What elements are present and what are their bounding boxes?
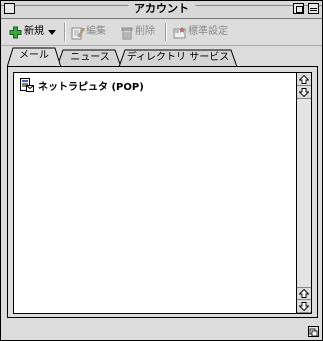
- default-settings-icon: [173, 26, 186, 39]
- tab-panel: ネットラピュタ (POP): [7, 66, 318, 318]
- delete-button[interactable]: 削除: [120, 24, 155, 40]
- edit-button-label: 編集: [86, 26, 106, 37]
- new-button[interactable]: 新規: [9, 24, 56, 40]
- up-arrow-icon: [299, 74, 309, 84]
- title-bar[interactable]: アカウント: [1, 1, 322, 19]
- trash-icon: [120, 26, 133, 39]
- plus-icon: [9, 26, 22, 39]
- toolbar-separator: [165, 23, 167, 41]
- collapse-icon: [310, 8, 317, 11]
- mail-account-icon: [20, 78, 34, 92]
- tab-directory-service[interactable]: ディレクトリ サービス: [125, 49, 231, 66]
- down-arrow-icon: [299, 87, 309, 97]
- tab-mail[interactable]: メール: [13, 47, 55, 67]
- set-default-button[interactable]: 標準設定: [173, 24, 228, 40]
- set-default-button-label: 標準設定: [188, 26, 228, 37]
- scroll-down-button[interactable]: [297, 86, 311, 99]
- list-item[interactable]: ネットラピュタ (POP): [20, 77, 144, 93]
- tab-directory-service-label: ディレクトリ サービス: [126, 52, 230, 63]
- edit-icon: [71, 26, 85, 39]
- window-title: アカウント: [128, 2, 195, 16]
- new-button-label: 新規: [24, 26, 44, 37]
- vertical-scrollbar[interactable]: [296, 73, 311, 313]
- account-list[interactable]: ネットラピュタ (POP): [13, 72, 312, 314]
- close-box-button[interactable]: [4, 3, 15, 14]
- accounts-window: アカウント 新規 編集 削除 標準設定 メール ニュース ディレクトリ サービス…: [0, 0, 323, 341]
- account-type-tabs: メール ニュース ディレクトリ サービス: [7, 47, 317, 68]
- collapse-box-button[interactable]: [308, 3, 319, 14]
- toolbar-separator: [64, 23, 66, 41]
- toolbar: 新規 編集 削除 標準設定: [1, 19, 322, 46]
- zoom-icon: [296, 6, 303, 13]
- account-name: ネットラピュタ (POP): [38, 81, 144, 93]
- scroll-up-button[interactable]: [297, 73, 311, 86]
- down-arrow-icon: [299, 301, 309, 311]
- up-arrow-icon: [299, 289, 309, 298]
- resize-handle[interactable]: [308, 326, 319, 337]
- zoom-box-button[interactable]: [293, 3, 304, 14]
- tab-news-label: ニュース: [70, 52, 110, 63]
- delete-button-label: 削除: [135, 26, 155, 37]
- edit-button[interactable]: 編集: [71, 24, 106, 40]
- tab-news[interactable]: ニュース: [65, 49, 115, 66]
- scroll-up-button-bottom[interactable]: [297, 287, 311, 300]
- scroll-down-button-bottom[interactable]: [297, 300, 311, 313]
- dropdown-arrow-icon[interactable]: [48, 29, 56, 35]
- tab-mail-label: メール: [19, 50, 49, 61]
- resize-grip-icon: [309, 328, 318, 337]
